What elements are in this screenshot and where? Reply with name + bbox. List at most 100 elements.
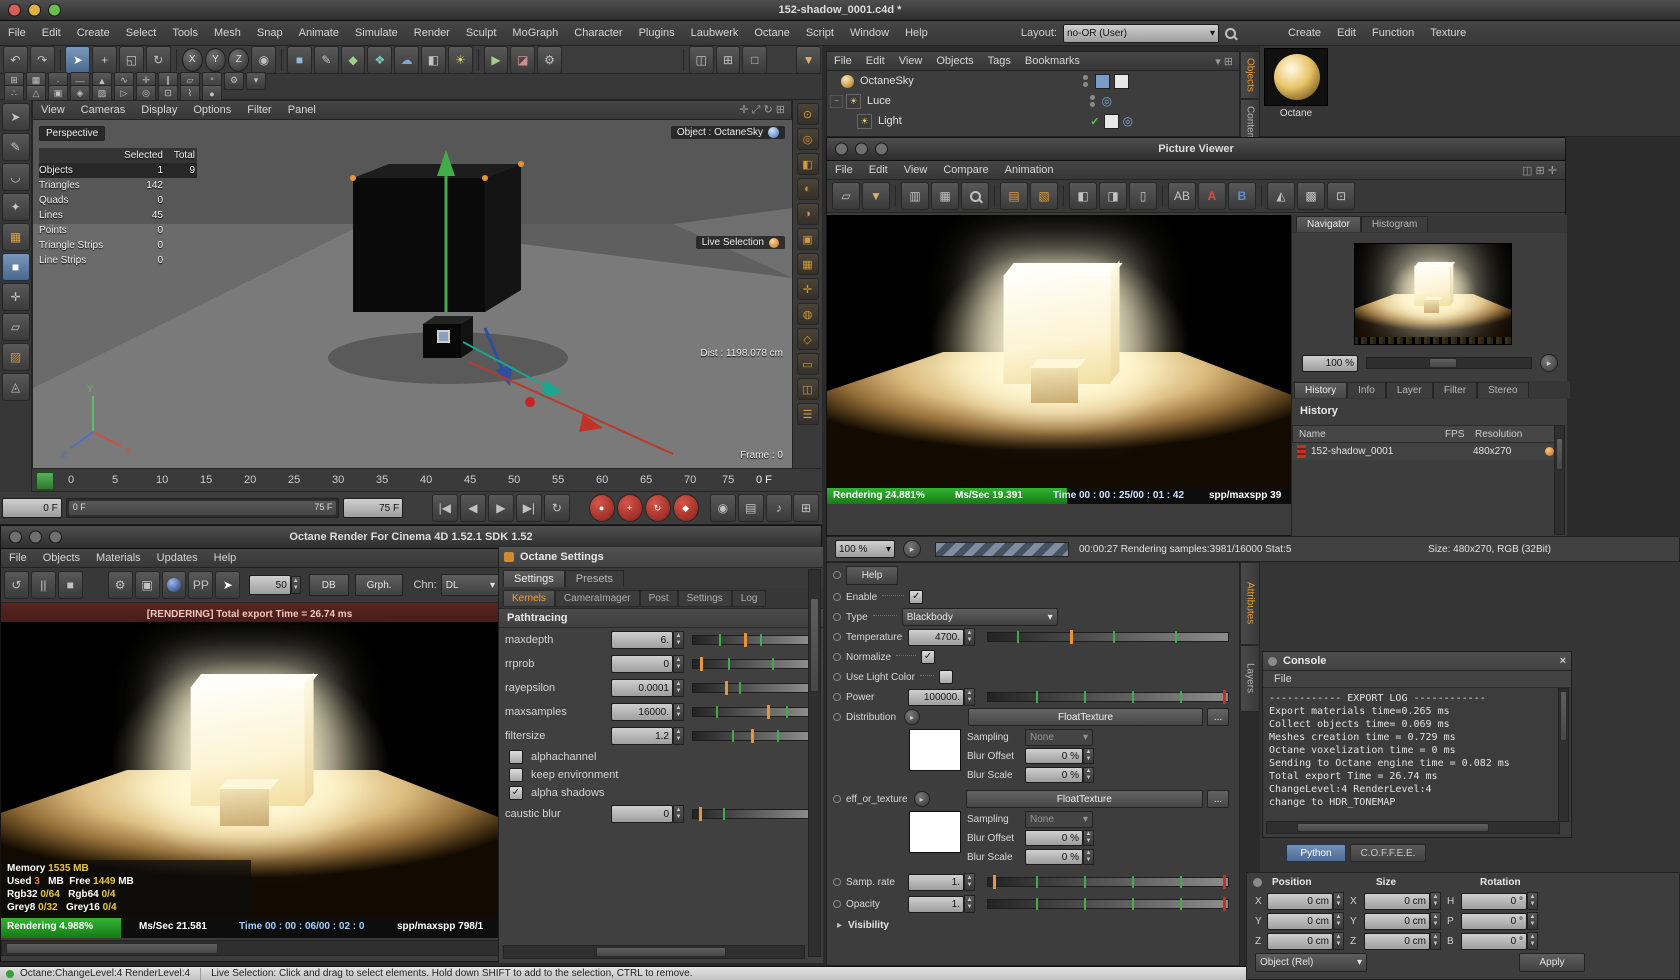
history-row[interactable]: 152-shadow_0001 480x270: [1292, 443, 1560, 460]
viewport-menu-filter[interactable]: Filter: [239, 103, 279, 117]
octane-live-viewer[interactable]: Memory 1535 MB Used 3 MB Free 1449 MB Rg…: [1, 622, 498, 918]
blur-scale2-field[interactable]: 0 %: [1025, 849, 1083, 865]
position-z-stepper[interactable]: ▲ ▼: [1333, 932, 1344, 950]
viewport-canvas[interactable]: Y X Z Perspective Selected Total Objects…: [33, 120, 793, 470]
live-selection-tool[interactable]: ➤: [65, 45, 91, 74]
navigator-thumbnail[interactable]: [1354, 243, 1512, 345]
camera-right-icon[interactable]: ◑: [796, 203, 819, 225]
window-controls[interactable]: [8, 3, 61, 17]
rotation-p-field[interactable]: 0 °: [1461, 912, 1527, 930]
subtab-cameraimager[interactable]: CameraImager: [554, 589, 640, 607]
render-settings-button[interactable]: ⚙: [537, 45, 562, 74]
temperature-slider[interactable]: [987, 630, 1229, 644]
tab-stereo[interactable]: Stereo: [1477, 382, 1529, 398]
blur-scale2-stepper[interactable]: ▲ ▼: [1083, 849, 1094, 865]
anim-dot-icon[interactable]: [833, 633, 841, 641]
save-image-icon[interactable]: ▼: [862, 182, 890, 210]
tab-info[interactable]: Info: [1347, 382, 1386, 398]
position-z-field[interactable]: 0 cm: [1267, 932, 1333, 950]
filtersize-stepper[interactable]: ▲ ▼: [673, 727, 684, 745]
menu-sculpt[interactable]: Sculpt: [458, 24, 505, 42]
right-menu-create[interactable]: Create: [1280, 24, 1329, 42]
pv-refresh-button[interactable]: ▸: [903, 540, 921, 558]
light-button[interactable]: ☀: [447, 45, 473, 74]
settings-gear-icon[interactable]: ⚙: [107, 571, 133, 599]
console-hscrollbar[interactable]: [1266, 821, 1560, 834]
visibility-dots[interactable]: [1089, 95, 1095, 107]
rotation-b-field[interactable]: 0 °: [1461, 932, 1527, 950]
filtersize-slider[interactable]: [692, 729, 810, 743]
filmstrip-icon[interactable]: ▯: [1129, 182, 1157, 210]
magnet-tool-icon[interactable]: ◡: [1, 163, 30, 191]
size-y-field[interactable]: 0 cm: [1364, 912, 1430, 930]
distribution-more-button[interactable]: ...: [1207, 708, 1229, 726]
graph-button[interactable]: Grph.: [354, 574, 404, 596]
menu-file[interactable]: File: [0, 24, 34, 42]
right-menu-function[interactable]: Function: [1364, 24, 1422, 42]
visibility-row[interactable]: ▸ Visibility: [827, 915, 1239, 935]
alpha-shadows-checkbox[interactable]: ✓: [509, 786, 523, 800]
zoom-image-icon[interactable]: [961, 182, 989, 210]
size-x-field[interactable]: 0 cm: [1364, 892, 1430, 910]
om-menu-view[interactable]: View: [892, 54, 930, 68]
samples-stepper[interactable]: ▲ ▼: [290, 576, 301, 594]
use-light-color-checkbox[interactable]: [938, 670, 953, 684]
opacity-stepper[interactable]: ▲ ▼: [964, 895, 975, 913]
right-menu-edit[interactable]: Edit: [1329, 24, 1364, 42]
menu-edit[interactable]: Edit: [34, 24, 69, 42]
modeling-settings-icon[interactable]: ⚙: [224, 71, 244, 90]
target-tag-icon[interactable]: ◎: [1123, 114, 1133, 128]
move-tool[interactable]: +: [92, 45, 118, 74]
grid-toggle-icon[interactable]: ▦: [796, 253, 819, 275]
keep-environment-checkbox[interactable]: [509, 768, 523, 782]
close-icon[interactable]: [9, 530, 22, 544]
tab-filter[interactable]: Filter: [1432, 382, 1478, 398]
maxdepth-slider[interactable]: [692, 633, 810, 647]
brush-tool-icon[interactable]: ✦: [1, 193, 30, 221]
record-scale-button[interactable]: ↻: [644, 494, 671, 522]
convert-image-icon[interactable]: ▥: [901, 182, 929, 210]
settings-hscrollbar[interactable]: [503, 945, 805, 959]
solo-button[interactable]: ▤: [737, 494, 764, 522]
menu-help[interactable]: Help: [897, 24, 936, 42]
power-slider[interactable]: [987, 690, 1229, 704]
camera-label[interactable]: Perspective: [39, 126, 106, 141]
rotation-h-field[interactable]: 0 °: [1461, 892, 1527, 910]
anim-dot-icon[interactable]: [833, 673, 841, 681]
crop-right-icon[interactable]: ◨: [1099, 182, 1127, 210]
menu-animate[interactable]: Animate: [291, 24, 347, 42]
eff-swatch[interactable]: [909, 811, 961, 853]
distribution-texture-button[interactable]: FloatTexture: [968, 708, 1203, 726]
pv-layout-icons[interactable]: ◫ ⊞ ✛: [1522, 164, 1557, 177]
pv-zoom-field[interactable]: 100 %: [1302, 354, 1358, 372]
sound-button[interactable]: ♪: [765, 494, 792, 522]
shading-icon[interactable]: ◍: [796, 303, 819, 325]
hud-icon[interactable]: ☰: [796, 403, 819, 425]
blur-offset-field[interactable]: 0 %: [1025, 748, 1083, 764]
om-menu-tags[interactable]: Tags: [981, 54, 1018, 68]
minimize-icon[interactable]: [29, 530, 42, 544]
previous-frame-button[interactable]: ◀: [459, 494, 486, 522]
grid-view-icon[interactable]: ▦: [931, 182, 959, 210]
fullscreen-icon[interactable]: ⊡: [1327, 182, 1355, 210]
camera-button[interactable]: ◧: [421, 45, 446, 74]
rrprob-stepper[interactable]: ▲ ▼: [673, 655, 684, 673]
col-name[interactable]: Name: [1293, 429, 1445, 440]
record-position-button[interactable]: +: [616, 494, 643, 522]
pv-menu-compare[interactable]: Compare: [935, 163, 996, 177]
sky-tag-icon[interactable]: [1095, 73, 1110, 89]
octane-hscrollbar[interactable]: [1, 940, 500, 956]
om-menu-objects[interactable]: Objects: [929, 54, 980, 68]
menu-octane[interactable]: Octane: [746, 24, 797, 42]
anim-dot-icon[interactable]: [833, 900, 841, 908]
menu-tools[interactable]: Tools: [164, 24, 206, 42]
maxdepth-stepper[interactable]: ▲ ▼: [673, 631, 684, 649]
menu-mograph[interactable]: MoGraph: [504, 24, 566, 42]
octane-tag-icon[interactable]: [1114, 73, 1129, 89]
col-resolution[interactable]: Resolution: [1475, 429, 1522, 440]
om-menu-bookmarks[interactable]: Bookmarks: [1018, 54, 1087, 68]
size-z-stepper[interactable]: ▲ ▼: [1430, 932, 1441, 950]
rotation-p-stepper[interactable]: ▲ ▼: [1527, 912, 1538, 930]
menu-window[interactable]: Window: [842, 24, 897, 42]
play-button[interactable]: ▶: [487, 494, 514, 522]
